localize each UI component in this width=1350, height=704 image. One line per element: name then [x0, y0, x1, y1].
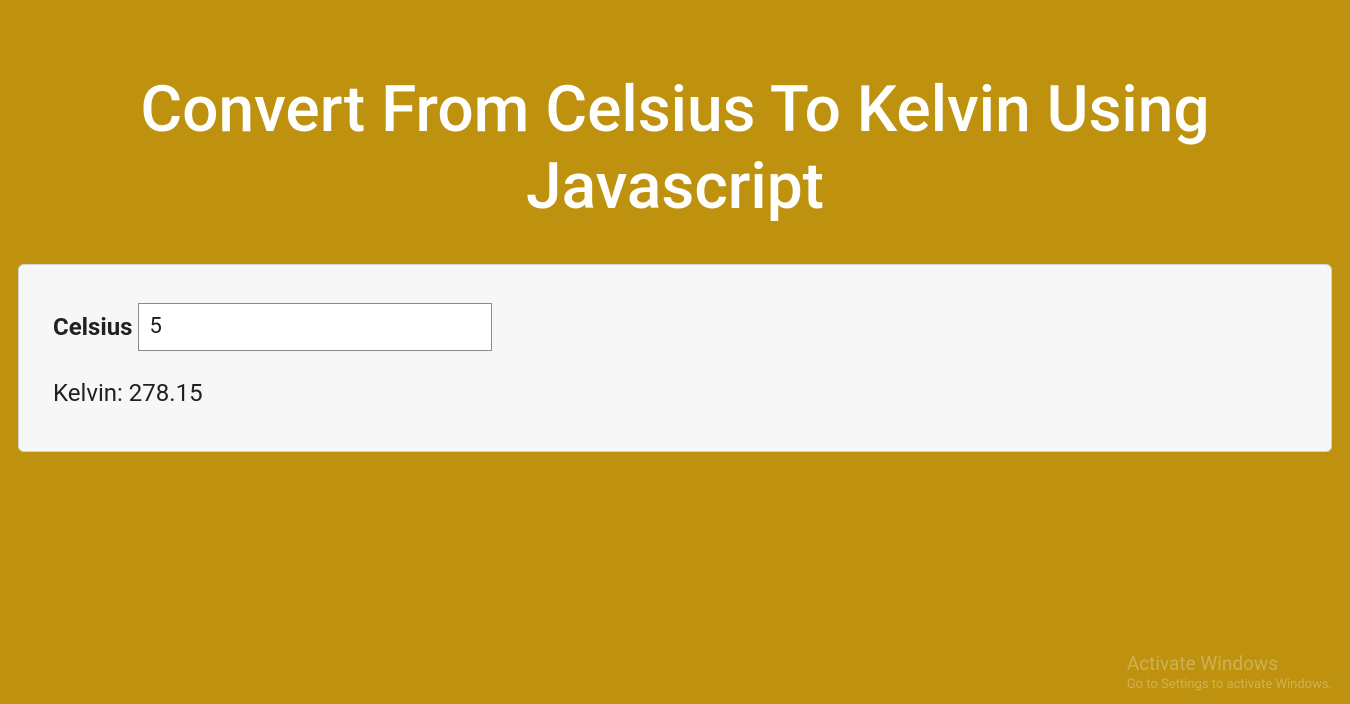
- kelvin-result: Kelvin: 278.15: [53, 379, 1297, 407]
- celsius-input-row: Celsius: [53, 303, 1297, 351]
- celsius-input[interactable]: [138, 303, 492, 351]
- watermark-subtitle: Go to Settings to activate Windows.: [1127, 677, 1332, 692]
- page-title: Convert From Celsius To Kelvin Using Jav…: [18, 72, 1332, 226]
- converter-card: Celsius Kelvin: 278.15: [18, 264, 1332, 452]
- watermark-title: Activate Windows: [1127, 652, 1332, 675]
- celsius-label: Celsius: [53, 313, 132, 341]
- activate-windows-watermark: Activate Windows Go to Settings to activ…: [1127, 652, 1332, 692]
